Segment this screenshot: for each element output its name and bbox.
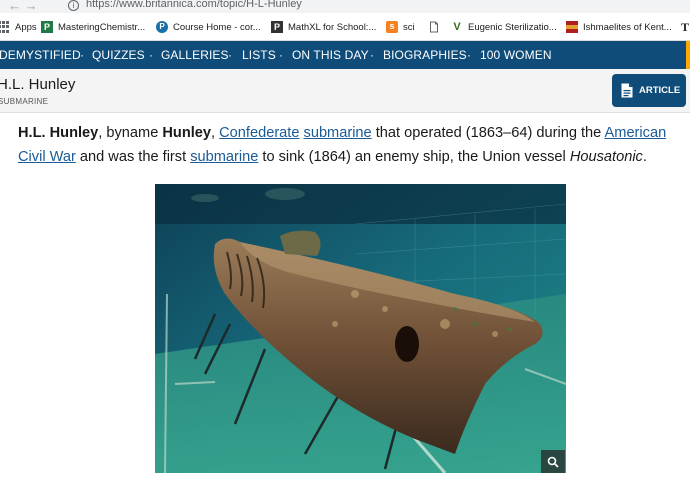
blank-page-icon [430, 21, 438, 33]
url-field[interactable]: https://www.britannica.com/topic/H-L-Hun… [86, 0, 302, 10]
page-subtitle: SUBMARINE [0, 97, 49, 106]
bookmark-apps[interactable]: Apps [0, 20, 37, 34]
nav-separator: · [467, 48, 471, 62]
lead-text: . [642, 149, 647, 165]
pearson-icon: P [156, 21, 168, 33]
bookmark-nyt[interactable]: T [681, 20, 689, 34]
site-navigation: DEMYSTIFIED · QUIZZES · GALLERIES · LIST… [0, 41, 690, 69]
bookmark-label: sci [403, 21, 415, 33]
article-button-label: ARTICLE [639, 85, 681, 96]
lead-text: and was the first [75, 149, 191, 165]
back-forward-arrows[interactable]: ← → [8, 0, 38, 13]
magnify-icon [547, 456, 559, 468]
lead-text: , [211, 125, 220, 141]
site-info-icon[interactable]: i [68, 0, 79, 11]
bookmark-label: MathXL for School:... [288, 21, 377, 33]
nav-quizzes[interactable]: QUIZZES [92, 48, 145, 62]
zoom-image-button[interactable] [541, 450, 565, 473]
lead-text: to sink (1864) an enemy ship, the Union … [258, 149, 570, 165]
nav-separator: · [149, 48, 153, 62]
article-title-bar: H.L. Hunley SUBMARINE ARTICLE [0, 69, 690, 113]
nav-separator: · [370, 48, 374, 62]
link-submarine[interactable]: submarine [304, 125, 372, 141]
article-button[interactable]: ARTICLE [612, 74, 686, 107]
bookmark-label: Apps [15, 21, 37, 33]
eugenic-icon: V [453, 21, 461, 33]
bookmark-mastering-chemistry[interactable]: P MasteringChemistr... [41, 20, 145, 34]
nav-separator: · [228, 48, 232, 62]
nav-accent-edge [686, 41, 690, 69]
sci-icon: s [386, 21, 398, 33]
topic-name: H.L. Hunley [18, 125, 99, 141]
mastering-icon: P [41, 21, 53, 33]
nav-100-women[interactable]: 100 WOMEN [480, 48, 552, 62]
hunley-submarine-photo[interactable] [155, 184, 566, 473]
page-title: H.L. Hunley [0, 76, 76, 93]
link-submarine-2[interactable]: submarine [190, 149, 258, 165]
lead-paragraph: H.L. Hunley, byname Hunley, Confederate … [18, 121, 690, 169]
nav-separator: · [80, 48, 84, 62]
bookmark-ishmaelites[interactable]: Ishmaelites of Kent... [566, 20, 672, 34]
vessel-name: Housatonic [569, 149, 643, 165]
nav-on-this-day[interactable]: ON THIS DAY [292, 48, 369, 62]
browser-address-bar: ← → i https://www.britannica.com/topic/H… [0, 0, 690, 13]
nav-demystified[interactable]: DEMYSTIFIED [0, 48, 81, 62]
bookmark-eugenic-sterilization[interactable]: V Eugenic Sterilizatio... [451, 20, 557, 34]
bookmark-mathxl[interactable]: P MathXL for School:... [271, 20, 376, 34]
nav-lists[interactable]: LISTS [242, 48, 276, 62]
lead-text: , byname [98, 125, 163, 141]
ishmaelites-icon [566, 21, 578, 33]
byname: Hunley [162, 125, 212, 141]
bookmark-course-home[interactable]: P Course Home - cor... [156, 20, 261, 34]
bookmark-sci[interactable]: s sci [386, 20, 415, 34]
nav-separator: · [279, 48, 283, 62]
lead-text: that operated (1863–64) during the [371, 125, 605, 141]
bookmark-label: MasteringChemistr... [58, 21, 146, 33]
nav-galleries[interactable]: GALLERIES [161, 48, 229, 62]
apps-grid-icon [0, 21, 10, 33]
bookmark-label: Course Home - cor... [173, 21, 261, 33]
mathxl-icon: P [271, 21, 283, 33]
bookmark-label: Ishmaelites of Kent... [583, 21, 672, 33]
link-confederate[interactable]: Confederate [219, 125, 299, 141]
nav-biographies[interactable]: BIOGRAPHIES [383, 48, 467, 62]
nyt-icon: T [681, 19, 690, 34]
document-icon [621, 83, 633, 98]
bookmarks-bar: Apps P MasteringChemistr... P Course Hom… [0, 13, 690, 41]
bookmark-label: Eugenic Sterilizatio... [468, 21, 557, 33]
bookmark-blank-page[interactable] [428, 20, 445, 34]
